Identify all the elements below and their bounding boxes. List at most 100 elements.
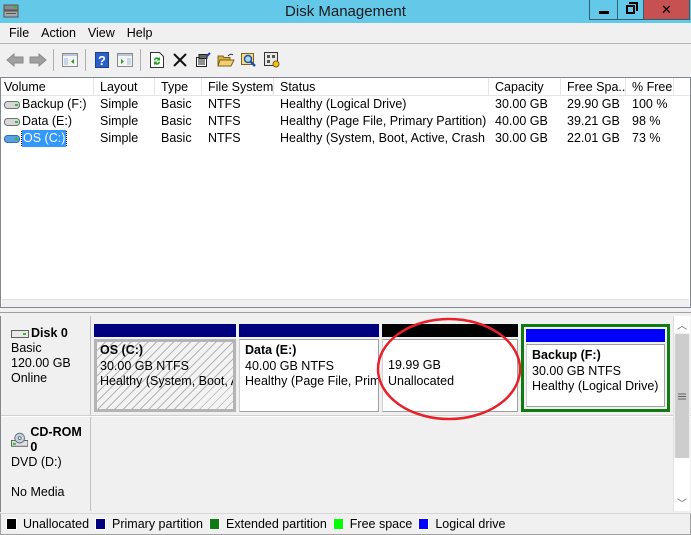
column-header-percent-free[interactable]: % Free bbox=[626, 78, 674, 95]
partition-os-c[interactable]: OS (C:) 30.00 GB NTFS Healthy (System, B… bbox=[94, 324, 236, 412]
disk-size: 120.00 GB bbox=[11, 356, 71, 370]
volume-row-data[interactable]: Data (E:) Simple Basic NTFS Healthy (Pag… bbox=[1, 113, 690, 130]
free-space-cell: 39.21 GB bbox=[567, 114, 620, 128]
partition-data-e[interactable]: Data (E:) 40.00 GB NTFS Healthy (Page Fi… bbox=[239, 324, 379, 412]
show-hide-action-pane-icon bbox=[116, 53, 133, 67]
toolbar-separator bbox=[85, 49, 86, 71]
close-button[interactable]: ✕ bbox=[644, 0, 690, 20]
partition-name: Backup (F:) bbox=[532, 348, 601, 362]
volume-row-backup[interactable]: Backup (F:) Simple Basic NTFS Healthy (L… bbox=[1, 96, 690, 113]
scroll-thumb[interactable] bbox=[675, 334, 689, 458]
column-header-capacity[interactable]: Capacity bbox=[489, 78, 561, 95]
restore-button[interactable] bbox=[618, 0, 644, 20]
show-hide-action-pane-button[interactable] bbox=[113, 49, 136, 71]
drive-icon bbox=[4, 100, 20, 109]
partition-size: 19.99 GB bbox=[388, 358, 441, 372]
percent-free-cell: 73 % bbox=[632, 131, 661, 145]
status-cell: Healthy (System, Boot, Active, Crash ... bbox=[280, 131, 489, 145]
column-header-status[interactable]: Status bbox=[274, 78, 489, 95]
legend-label: Unallocated bbox=[23, 517, 90, 531]
partition-size: 30.00 GB NTFS bbox=[532, 363, 621, 378]
toolbar-separator bbox=[53, 49, 54, 71]
partition-type-bar bbox=[526, 329, 665, 342]
volume-name-selected: OS (C:) bbox=[20, 130, 68, 147]
disk-0-row: Disk 0 Basic 120.00 GB Online OS (C:) 30… bbox=[1, 316, 675, 416]
disk-view-vertical-scrollbar[interactable]: ︿ ﹀ bbox=[673, 316, 690, 512]
column-header-free-space[interactable]: Free Spa... bbox=[561, 78, 626, 95]
menu-file[interactable]: File bbox=[3, 26, 35, 40]
type-cell: Basic bbox=[161, 114, 192, 128]
cdrom-icon bbox=[11, 432, 29, 447]
toolbar-separator bbox=[140, 49, 141, 71]
free-space-cell: 22.01 GB bbox=[567, 131, 620, 145]
drive-icon bbox=[4, 134, 20, 143]
back-button[interactable] bbox=[3, 49, 26, 71]
properties-button[interactable] bbox=[191, 49, 214, 71]
capacity-cell: 30.00 GB bbox=[495, 97, 548, 111]
help-button[interactable]: ? bbox=[90, 49, 113, 71]
legend-label: Primary partition bbox=[112, 517, 204, 531]
menu-action[interactable]: Action bbox=[35, 26, 82, 40]
legend-swatch bbox=[418, 518, 430, 530]
delete-button[interactable] bbox=[168, 49, 191, 71]
open-button[interactable] bbox=[214, 49, 237, 71]
partition-type-bar bbox=[382, 324, 518, 337]
disk-view: Disk 0 Basic 120.00 GB Online OS (C:) 30… bbox=[0, 316, 691, 512]
column-header-volume[interactable]: Volume bbox=[1, 78, 94, 95]
legend-label: Free space bbox=[349, 517, 413, 531]
show-hide-console-tree-icon bbox=[61, 53, 78, 67]
forward-button[interactable] bbox=[26, 49, 49, 71]
help-icon: ? bbox=[94, 52, 109, 68]
column-header-layout[interactable]: Layout bbox=[94, 78, 155, 95]
legend-swatch bbox=[6, 518, 17, 530]
file-system-cell: NTFS bbox=[208, 114, 241, 128]
refresh-button[interactable] bbox=[145, 49, 168, 71]
volume-name: Backup (F:) bbox=[22, 97, 87, 111]
explore-button[interactable] bbox=[237, 49, 260, 71]
layout-cell: Simple bbox=[100, 131, 139, 145]
partition-name: Data (E:) bbox=[245, 343, 297, 357]
partition-status: Unallocated bbox=[388, 373, 455, 388]
scroll-down-button[interactable]: ﹀ bbox=[674, 494, 690, 511]
file-system-cell: NTFS bbox=[208, 131, 241, 145]
svg-text:?: ? bbox=[98, 53, 106, 68]
legend-logical-drive: Logical drive bbox=[418, 517, 506, 531]
legend-swatch bbox=[209, 518, 221, 530]
column-header-file-system[interactable]: File System bbox=[202, 78, 274, 95]
cdrom-0-label[interactable]: CD-ROM 0 DVD (D:) No Media bbox=[1, 417, 91, 511]
layout-cell: Simple bbox=[100, 114, 139, 128]
forward-arrow-icon bbox=[29, 53, 47, 67]
partition-unallocated[interactable]: 19.99 GB Unallocated bbox=[382, 324, 518, 412]
partition-status: Healthy (System, Boot, A bbox=[100, 374, 236, 388]
chevron-up-icon: ︿ bbox=[677, 321, 687, 332]
drive-icon bbox=[4, 117, 20, 126]
scroll-track[interactable] bbox=[674, 458, 690, 494]
type-cell: Basic bbox=[161, 97, 192, 111]
legend-extended-partition: Extended partition bbox=[209, 517, 327, 531]
pane-splitter[interactable] bbox=[0, 308, 691, 313]
menu-help[interactable]: Help bbox=[121, 26, 159, 40]
settings-button[interactable] bbox=[260, 49, 283, 71]
column-header-type[interactable]: Type bbox=[155, 78, 202, 95]
show-hide-console-tree-button[interactable] bbox=[58, 49, 81, 71]
explore-icon bbox=[240, 53, 256, 67]
partition-type-bar bbox=[94, 324, 236, 337]
scroll-up-button[interactable]: ︿ bbox=[674, 316, 690, 333]
volume-name: Data (E:) bbox=[22, 114, 73, 128]
menu-view[interactable]: View bbox=[82, 26, 121, 40]
disk-0-label[interactable]: Disk 0 Basic 120.00 GB Online bbox=[1, 316, 91, 416]
horizontal-scrollbar[interactable] bbox=[2, 299, 689, 307]
properties-icon bbox=[195, 52, 211, 67]
disk-state: Online bbox=[11, 371, 48, 385]
legend-swatch bbox=[95, 518, 107, 530]
partition-name: OS (C:) bbox=[100, 343, 144, 357]
status-cell: Healthy (Logical Drive) bbox=[280, 97, 407, 111]
disk-name: CD-ROM 0 bbox=[30, 425, 82, 454]
free-space-cell: 29.90 GB bbox=[567, 97, 620, 111]
partition-backup-f[interactable]: Backup (F:) 30.00 GB NTFS Healthy (Logic… bbox=[521, 324, 670, 412]
capacity-cell: 30.00 GB bbox=[495, 131, 548, 145]
minimize-button[interactable] bbox=[589, 0, 618, 20]
legend-free-space: Free space bbox=[332, 517, 413, 531]
delete-icon bbox=[172, 53, 187, 67]
volume-row-os[interactable]: OS (C:) Simple Basic NTFS Healthy (Syste… bbox=[1, 130, 690, 147]
